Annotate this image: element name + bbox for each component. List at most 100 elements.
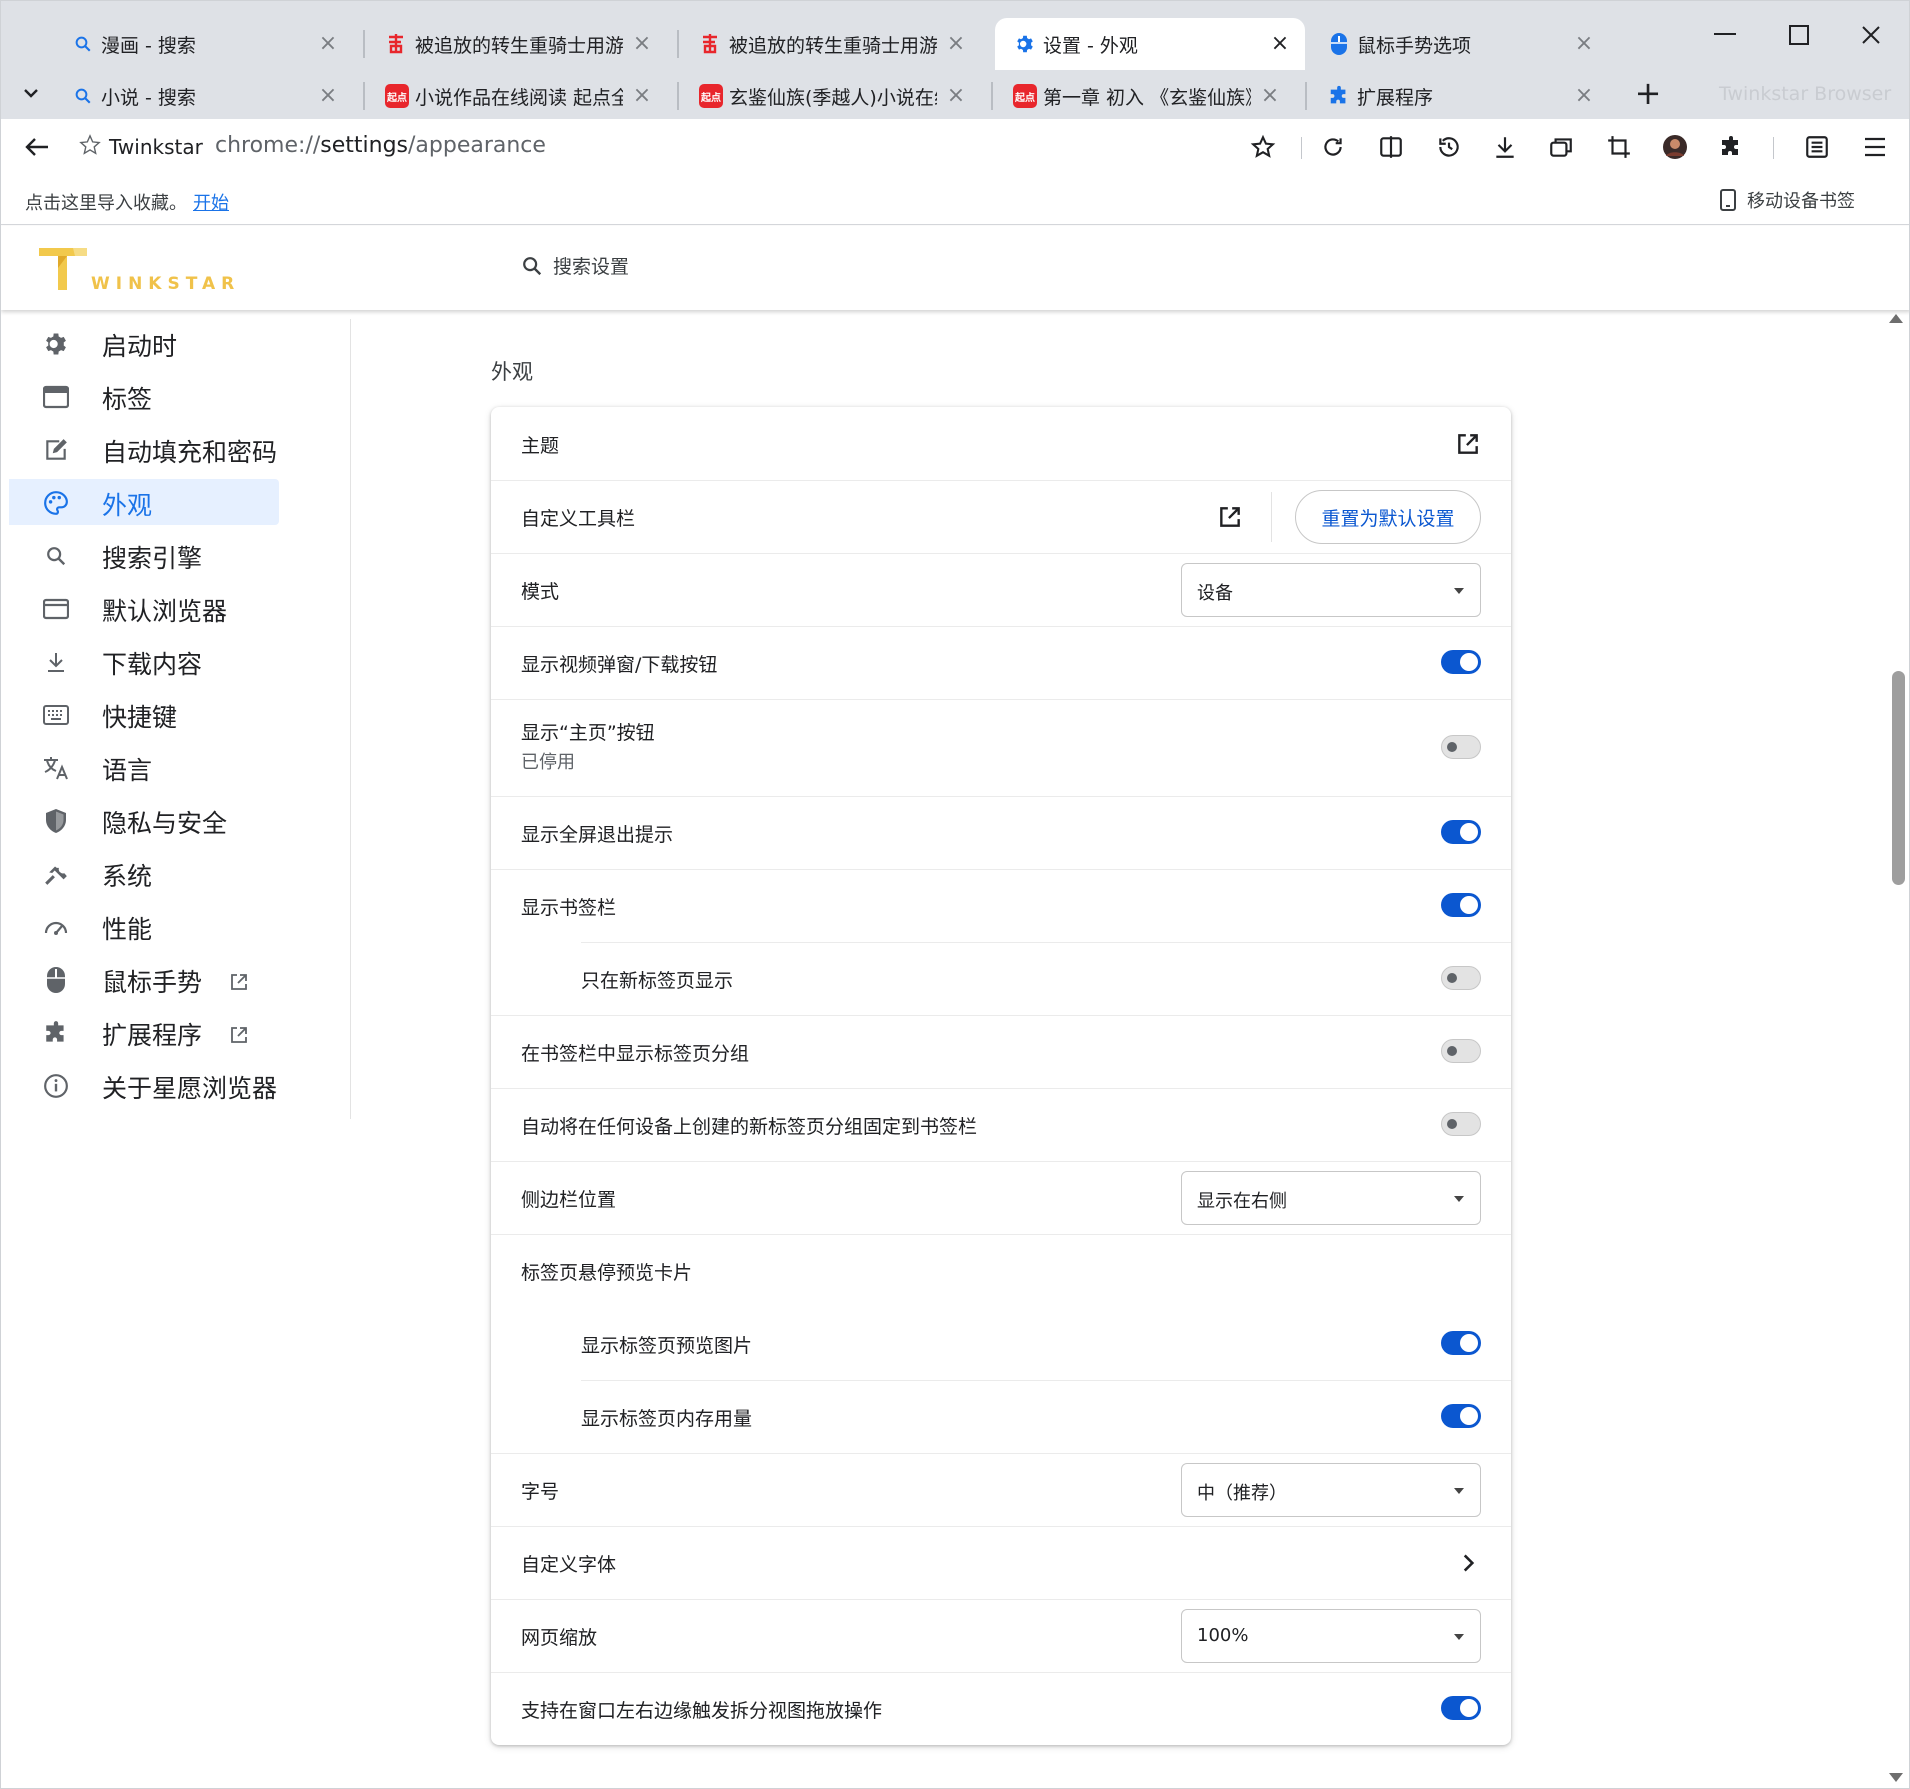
- split-view-drag-toggle[interactable]: [1441, 1696, 1481, 1720]
- tab-groups-in-bookmarks-toggle[interactable]: [1441, 1039, 1481, 1063]
- crop-screenshot-icon[interactable]: [1599, 127, 1639, 167]
- open-in-new-icon[interactable]: [1217, 504, 1243, 530]
- bookmarks-bar: 点击这里导入收藏。 开始 移动设备书签: [1, 175, 1909, 225]
- fullscreen-exit-toggle[interactable]: [1441, 820, 1481, 844]
- sidebar-item-performance[interactable]: 性能: [9, 903, 279, 949]
- tab[interactable]: 鼠标手势选项 ×: [1309, 18, 1609, 70]
- close-icon[interactable]: ×: [631, 33, 653, 55]
- shield-icon: [42, 807, 70, 835]
- edit-note-icon: [42, 436, 70, 464]
- tab-title: 漫画 - 搜索: [101, 34, 196, 57]
- tab-window-icon: [42, 383, 70, 411]
- tab[interactable]: 被追放的转生重骑士用游戏知识开无双 ×: [681, 18, 981, 70]
- setting-row-bookmarks-ntp-only: 只在新标签页显示: [491, 942, 1511, 1015]
- scroll-down-arrow-icon[interactable]: [1889, 1773, 1903, 1782]
- close-icon[interactable]: ×: [1573, 33, 1595, 55]
- close-icon[interactable]: ×: [631, 85, 653, 107]
- hover-preview-image-toggle[interactable]: [1441, 1331, 1481, 1355]
- import-bookmarks-link[interactable]: 开始: [193, 189, 229, 215]
- settings-search[interactable]: 搜索设置: [521, 252, 629, 279]
- sidebar-item-mouse-gestures[interactable]: 鼠标手势: [9, 956, 279, 1002]
- mobile-bookmarks-folder[interactable]: 移动设备书签: [1719, 187, 1855, 213]
- translate-icon: [42, 754, 70, 782]
- tab[interactable]: 扩展程序 ×: [1309, 70, 1609, 122]
- tab-title: 第一章 初入 《玄鉴仙族》: [1043, 86, 1251, 109]
- reading-list-icon[interactable]: [1797, 127, 1837, 167]
- tab[interactable]: 起点 第一章 初入 《玄鉴仙族》 ×: [995, 70, 1295, 122]
- close-icon[interactable]: ×: [945, 85, 967, 107]
- tab[interactable]: 起点 玄鉴仙族(季越人)小说在线 ×: [681, 70, 981, 122]
- close-icon[interactable]: ×: [1573, 85, 1595, 107]
- bookmarks-bar-toggle[interactable]: [1441, 893, 1481, 917]
- sidebar-item-appearance[interactable]: 外观: [9, 479, 279, 525]
- sidebar-item-tabs[interactable]: 标签: [9, 373, 279, 419]
- back-arrow-icon[interactable]: [17, 127, 57, 167]
- sidebar-item-autofill[interactable]: 自动填充和密码: [9, 426, 279, 472]
- sidebar-item-downloads[interactable]: 下载内容: [9, 638, 279, 684]
- avatar[interactable]: [1655, 127, 1695, 167]
- sidebar-item-system[interactable]: 系统: [9, 850, 279, 896]
- mode-select[interactable]: 设备: [1181, 563, 1481, 617]
- tab-active[interactable]: 设置 - 外观 ×: [995, 18, 1305, 70]
- phone-icon: [1720, 189, 1736, 211]
- reset-to-default-button[interactable]: 重置为默认设置: [1295, 490, 1481, 544]
- scroll-up-arrow-icon[interactable]: [1889, 314, 1903, 323]
- browser-brand-text: Twinkstar Browser: [1719, 83, 1892, 105]
- tab-title: 鼠标手势选项: [1357, 34, 1472, 57]
- close-icon[interactable]: ×: [1269, 33, 1291, 55]
- hover-memory-usage-toggle[interactable]: [1441, 1404, 1481, 1428]
- open-in-new-icon[interactable]: [1455, 431, 1481, 457]
- close-icon[interactable]: ×: [317, 85, 339, 107]
- page-zoom-select[interactable]: 100%: [1181, 1609, 1481, 1663]
- maximize-icon[interactable]: [1769, 15, 1829, 55]
- menu-hamburger-icon[interactable]: [1855, 127, 1895, 167]
- tab-list-chevron-down-icon[interactable]: [19, 81, 43, 105]
- tab[interactable]: 被追放的转生重骑士用游戏知识开无双 ×: [367, 18, 667, 70]
- tab[interactable]: 小说 - 搜索 ×: [53, 70, 353, 122]
- sidebar-item-shortcuts[interactable]: 快捷键: [9, 691, 279, 737]
- home-button-toggle[interactable]: [1441, 735, 1481, 759]
- split-view-icon[interactable]: [1371, 127, 1411, 167]
- sidebar-item-search-engine[interactable]: 搜索引擎: [9, 532, 279, 578]
- sidebar-item-extensions[interactable]: 扩展程序: [9, 1009, 279, 1055]
- setting-row-custom-fonts[interactable]: 自定义字体: [491, 1526, 1511, 1599]
- video-popup-toggle[interactable]: [1441, 650, 1481, 674]
- setting-row-theme[interactable]: 主题: [491, 407, 1511, 480]
- sidebar-item-startup[interactable]: 启动时: [9, 320, 279, 366]
- minimize-icon[interactable]: [1695, 15, 1755, 55]
- home-button-status: 已停用: [521, 752, 575, 773]
- font-size-select[interactable]: 中（推荐）: [1181, 1463, 1481, 1517]
- qidian-badge-icon: 起点: [699, 84, 723, 108]
- window-close-icon[interactable]: [1841, 15, 1901, 55]
- sidebar-item-privacy[interactable]: 隐私与安全: [9, 797, 279, 843]
- close-icon[interactable]: ×: [945, 33, 967, 55]
- qidian-badge-icon: 起点: [385, 84, 409, 108]
- chevron-right-icon: [1455, 1550, 1481, 1576]
- bookmark-star-icon[interactable]: [1243, 127, 1283, 167]
- history-icon[interactable]: [1429, 127, 1469, 167]
- sidebar-item-languages[interactable]: 语言: [9, 744, 279, 790]
- extensions-puzzle-icon[interactable]: [1711, 127, 1751, 167]
- setting-row-hover-card: 标签页悬停预览卡片: [491, 1234, 1511, 1307]
- sidebar-item-default-browser[interactable]: 默认浏览器: [9, 585, 279, 631]
- close-icon[interactable]: ×: [317, 33, 339, 55]
- new-tab-plus-icon[interactable]: +: [1631, 77, 1665, 111]
- info-icon: [42, 1072, 70, 1100]
- close-icon[interactable]: ×: [1259, 85, 1281, 107]
- tab-separator: [677, 30, 679, 58]
- tab-collections-icon[interactable]: [1541, 127, 1581, 167]
- sidebar-position-select[interactable]: 显示在右侧: [1181, 1171, 1481, 1225]
- tab-row-1: 漫画 - 搜索 × 被追放的转生重骑士用游戏知识开无双 × 被追放的转生重骑士用…: [1, 18, 1909, 70]
- pin-tab-groups-toggle[interactable]: [1441, 1112, 1481, 1136]
- address-bar[interactable]: chrome://settings/appearance: [215, 133, 546, 158]
- setting-row-home-button: 显示“主页”按钮 已停用: [491, 699, 1511, 796]
- reload-icon[interactable]: [1313, 127, 1353, 167]
- tab[interactable]: 起点 小说作品在线阅读 起点全 ×: [367, 70, 667, 122]
- tab[interactable]: 漫画 - 搜索 ×: [53, 18, 353, 70]
- settings-gear-icon: [1013, 32, 1037, 56]
- site-chip[interactable]: Twinkstar: [79, 133, 203, 161]
- bookmarks-ntp-only-toggle[interactable]: [1441, 966, 1481, 990]
- download-icon[interactable]: [1485, 127, 1525, 167]
- scrollbar-thumb[interactable]: [1892, 671, 1905, 885]
- sidebar-item-about[interactable]: 关于星愿浏览器: [9, 1062, 279, 1108]
